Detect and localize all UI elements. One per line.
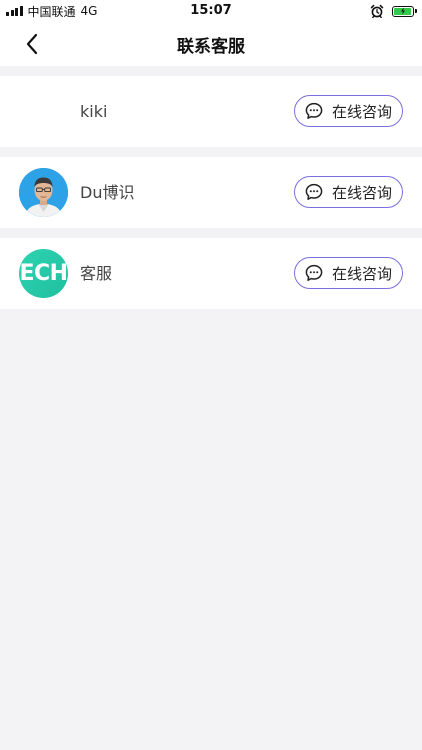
consult-label: 在线咨询 [331,183,392,202]
chat-bubble-icon [305,183,323,200]
alarm-icon [370,4,384,18]
logo-text: ECH [19,260,68,286]
contact-list: kiki 在线咨询 Du博识 在线咨询 ECH 客服 在线咨询 [0,76,422,319]
status-right [370,4,417,18]
battery-icon [392,5,417,17]
consult-label: 在线咨询 [331,264,392,283]
nav-bar: 联系客服 [0,22,422,66]
status-time: 15:07 [190,3,232,18]
online-consult-button[interactable]: 在线咨询 [294,176,403,208]
status-bar: 中国联通 4G 15:07 [0,0,422,22]
chat-bubble-icon [305,264,323,281]
chat-bubble-icon [305,102,323,119]
contact-name: 客服 [80,264,113,283]
online-consult-button[interactable]: 在线咨询 [294,95,403,127]
avatar [19,168,68,217]
consult-label: 在线咨询 [331,102,392,121]
contact-row: kiki 在线咨询 [0,76,422,147]
contact-name: Du博识 [80,183,135,202]
contact-name: kiki [80,102,108,121]
avatar [19,87,68,136]
online-consult-button[interactable]: 在线咨询 [294,257,403,289]
contact-row: ECH 客服 在线咨询 [0,238,422,309]
contact-row: Du博识 在线咨询 [0,157,422,228]
avatar: ECH [19,249,68,298]
person-photo [19,168,68,217]
page-title: 联系客服 [177,37,245,57]
